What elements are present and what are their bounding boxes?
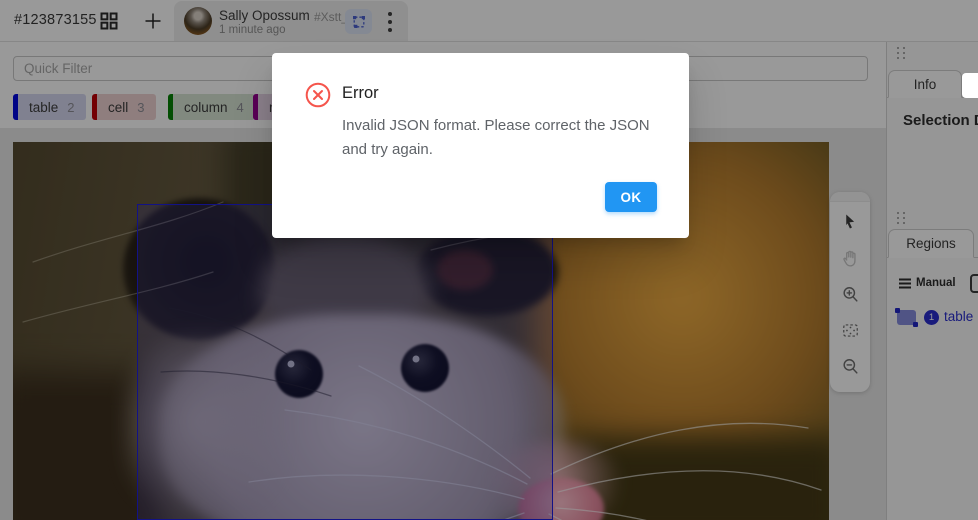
cut-off-white-card <box>962 73 978 98</box>
error-dialog-message: Invalid JSON format. Please correct the … <box>342 114 678 161</box>
error-icon <box>305 82 331 108</box>
error-dialog-title: Error <box>342 84 379 103</box>
ok-button[interactable]: OK <box>605 182 657 212</box>
annotation-app: #123873155 Sally Opossum #Xstt_ 1 minute… <box>0 0 978 520</box>
error-dialog: Error Invalid JSON format. Please correc… <box>272 53 689 238</box>
